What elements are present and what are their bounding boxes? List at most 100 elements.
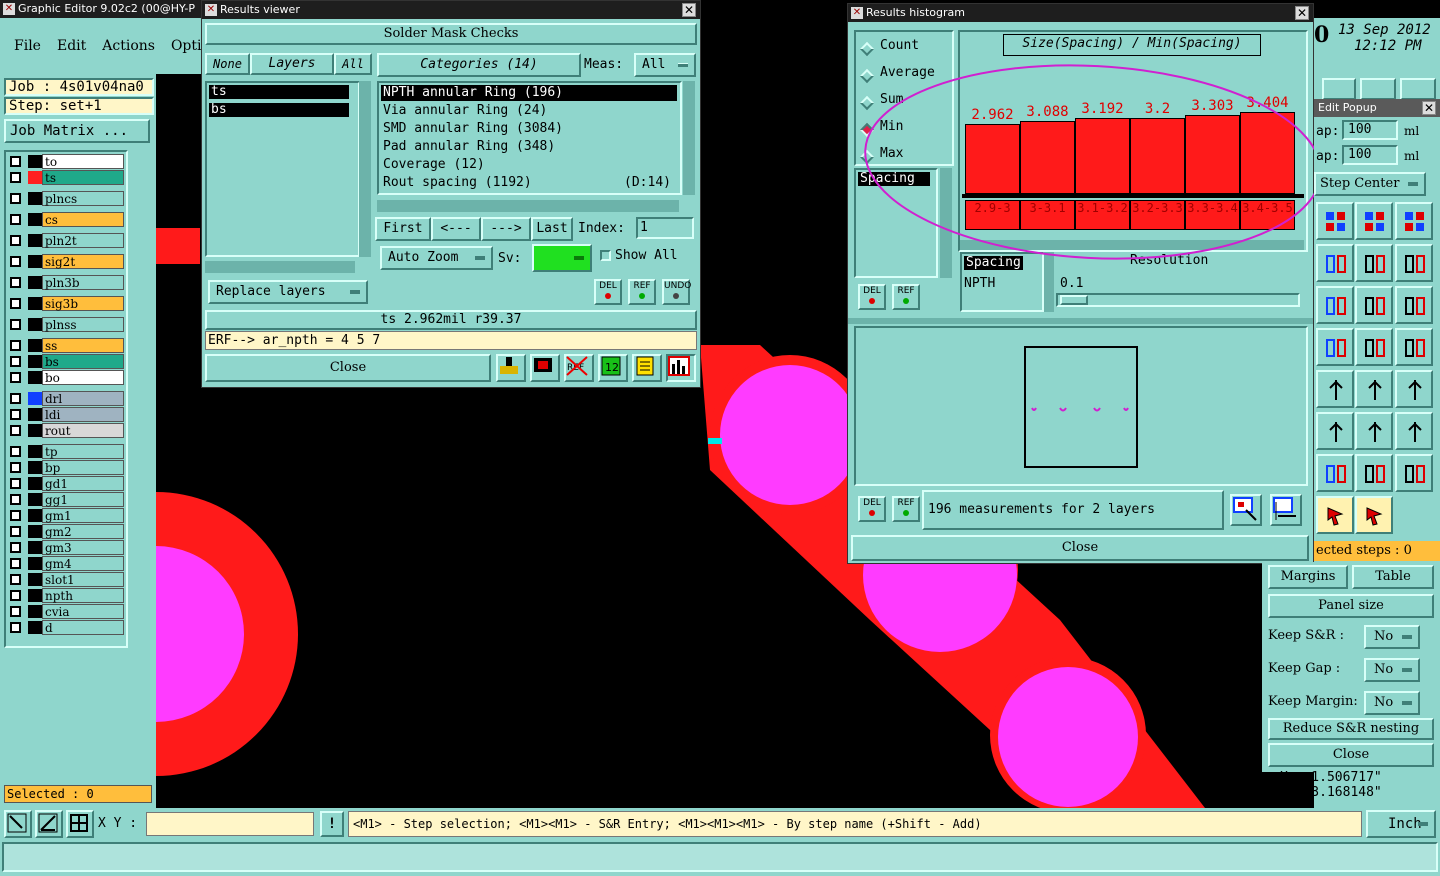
layer-color-swatch[interactable] xyxy=(28,509,42,522)
layer-checkbox[interactable] xyxy=(10,156,21,167)
preview-ref-button[interactable]: REF xyxy=(892,496,920,522)
step-center-dropdown[interactable]: Step Center xyxy=(1314,172,1426,196)
layer-checkbox[interactable] xyxy=(10,193,21,204)
category-item[interactable]: NPTH annular Ring (196) xyxy=(381,85,677,101)
flow-tool-button[interactable] xyxy=(1316,286,1354,324)
array-3x3-button[interactable] xyxy=(1395,202,1433,240)
pane-divider[interactable] xyxy=(848,318,1313,324)
layers-none-button[interactable]: None xyxy=(205,53,250,75)
layer-color-swatch[interactable] xyxy=(28,557,42,570)
layer-color-swatch[interactable] xyxy=(28,192,42,205)
toolbar-button-a[interactable] xyxy=(1322,78,1356,100)
hist-ref-button[interactable]: REF xyxy=(892,284,920,310)
categories-listbox[interactable]: NPTH annular Ring (196) Via annular Ring … xyxy=(377,81,682,195)
layer-row-drl[interactable]: drl xyxy=(6,391,124,406)
pick-alt-tool-button[interactable] xyxy=(1355,496,1393,534)
layer-row-pln3b[interactable]: pln3b xyxy=(6,275,124,290)
layer-row-cvia[interactable]: cvia xyxy=(6,604,124,619)
next-button[interactable]: ---> xyxy=(481,217,531,241)
layer-checkbox[interactable] xyxy=(10,462,21,473)
close-icon[interactable]: ✕ xyxy=(682,3,696,17)
sv-color-dropdown[interactable] xyxy=(532,244,592,272)
layer-checkbox[interactable] xyxy=(10,277,21,288)
layer-checkbox[interactable] xyxy=(10,494,21,505)
copy-tool-button[interactable] xyxy=(1355,244,1393,282)
category-item[interactable]: SMD annular Ring (3084) xyxy=(381,121,677,137)
layer-checkbox[interactable] xyxy=(10,256,21,267)
layer-color-swatch[interactable] xyxy=(28,408,42,421)
prev-button[interactable]: <--- xyxy=(431,217,481,241)
layer-checkbox[interactable] xyxy=(10,409,21,420)
distribute-v-button[interactable] xyxy=(1355,370,1393,408)
layer-row-gd1[interactable]: gd1 xyxy=(6,476,124,491)
layer-color-swatch[interactable] xyxy=(28,573,42,586)
option-radio[interactable] xyxy=(859,41,875,57)
layer-color-swatch[interactable] xyxy=(28,355,42,368)
del-button[interactable]: DEL xyxy=(594,279,622,305)
slider-handle[interactable] xyxy=(1060,295,1088,305)
keep-gap-dropdown[interactable]: No xyxy=(1364,658,1420,682)
layer-row-pln2t[interactable]: pln2t xyxy=(6,233,124,248)
align-top-button[interactable] xyxy=(1355,328,1393,366)
report-icon-button[interactable] xyxy=(632,354,662,382)
layer-checkbox[interactable] xyxy=(10,393,21,404)
resolution-slider[interactable] xyxy=(1056,293,1300,307)
layer-color-swatch[interactable] xyxy=(28,605,42,618)
gap1-input[interactable]: 100 xyxy=(1342,120,1398,140)
job-matrix-button[interactable]: Job Matrix ... xyxy=(4,119,150,143)
last-button[interactable]: Last xyxy=(531,217,573,241)
index-input[interactable]: 1 xyxy=(636,217,694,239)
replace-layers-dropdown[interactable]: Replace layers xyxy=(208,280,368,304)
layer-checkbox[interactable] xyxy=(10,214,21,225)
layout-grid-button[interactable] xyxy=(1316,202,1354,240)
ref-button[interactable]: REF xyxy=(628,279,656,305)
layer-color-swatch[interactable] xyxy=(28,541,42,554)
layer-checkbox[interactable] xyxy=(10,235,21,246)
mirror-tool-button[interactable] xyxy=(1395,286,1433,324)
histogram-icon-button[interactable] xyxy=(666,354,696,382)
hist-del-button[interactable]: DEL xyxy=(858,284,886,310)
layer-checkbox[interactable] xyxy=(10,542,21,553)
gap2-input[interactable]: 100 xyxy=(1342,145,1398,165)
categories-vscrollbar[interactable] xyxy=(683,81,695,195)
layer-color-swatch[interactable] xyxy=(28,276,42,289)
align-bottom-button[interactable] xyxy=(1395,328,1433,366)
xy-input[interactable] xyxy=(146,812,314,836)
layers-vscrollbar[interactable] xyxy=(359,81,371,257)
layer-color-swatch[interactable] xyxy=(28,213,42,226)
spread-v-button[interactable] xyxy=(1316,454,1354,492)
stack-tool-button[interactable] xyxy=(1395,370,1433,408)
table-button[interactable]: Table xyxy=(1352,565,1434,589)
close-icon[interactable]: ✕ xyxy=(1422,101,1436,115)
panel-size-button[interactable]: Panel size xyxy=(1268,594,1434,618)
layer-color-swatch[interactable] xyxy=(28,255,42,268)
layer-checkbox[interactable] xyxy=(10,372,21,383)
margins-button[interactable]: Margins xyxy=(1268,565,1348,589)
layer-row-gm2[interactable]: gm2 xyxy=(6,524,124,539)
category-item[interactable]: Pad annular Ring (348) xyxy=(381,139,677,155)
center-h-button[interactable] xyxy=(1355,454,1393,492)
layer-checkbox[interactable] xyxy=(10,356,21,367)
auto-zoom-dropdown[interactable]: Auto Zoom xyxy=(380,246,493,270)
histogram-close-button[interactable]: Close xyxy=(851,535,1309,561)
layer-checkbox[interactable] xyxy=(10,510,21,521)
units-dropdown[interactable]: Inch xyxy=(1366,810,1436,838)
menu-actions[interactable]: Actions xyxy=(102,38,155,54)
layer-item-bs[interactable]: bs xyxy=(209,103,349,117)
layer-color-swatch[interactable] xyxy=(28,371,42,384)
layer-checkbox[interactable] xyxy=(10,298,21,309)
layer-checkbox[interactable] xyxy=(10,446,21,457)
first-button[interactable]: First xyxy=(375,217,431,241)
layer-row-bs[interactable]: bs xyxy=(6,354,124,369)
toolbar-button-c[interactable] xyxy=(1400,78,1436,100)
layer-color-swatch[interactable] xyxy=(28,477,42,490)
layer-color-swatch[interactable] xyxy=(28,339,42,352)
pick-tool-button[interactable] xyxy=(1316,496,1354,534)
layer-color-swatch[interactable] xyxy=(28,318,42,331)
spread-h-button[interactable] xyxy=(1395,454,1433,492)
layer-checkbox[interactable] xyxy=(10,558,21,569)
layer-checkbox[interactable] xyxy=(10,590,21,601)
layer-checkbox[interactable] xyxy=(10,340,21,351)
layer-checkbox[interactable] xyxy=(10,526,21,537)
layer-row-slot1[interactable]: slot1 xyxy=(6,572,124,587)
